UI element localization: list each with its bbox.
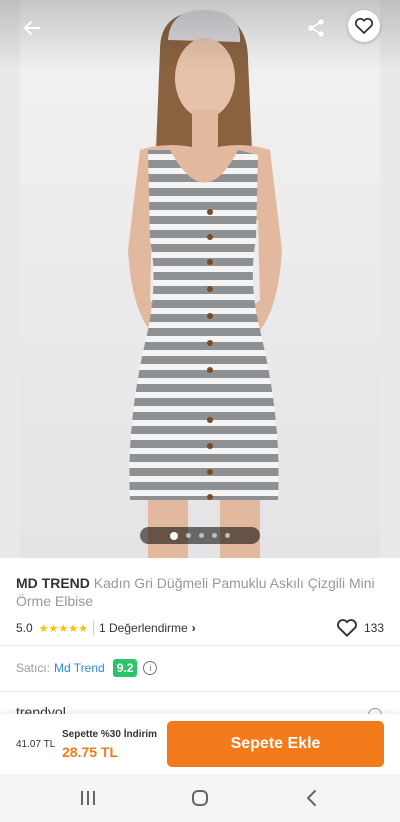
pagination-dot[interactable] [212,533,217,538]
next-section-peek: trendyol [16,704,66,714]
discounted-price: 28.75 TL [62,744,119,760]
product-title: MD TREND Kadın Gri Düğmeli Pamuklu Askıl… [16,574,386,610]
pagination-dot[interactable] [186,533,191,538]
recent-apps-icon [81,791,95,805]
seller-label: Satıcı: [16,661,51,675]
add-to-cart-button[interactable]: Sepete Ekle [167,721,384,767]
back-chevron-icon [307,790,316,806]
favorite-button[interactable] [348,10,380,42]
share-button[interactable] [300,12,332,44]
rating-value: 5.0 [16,621,33,635]
seller-score-badge: 9.2 [112,659,138,677]
like-counter[interactable]: 133 [336,618,384,638]
seller-link[interactable]: Md Trend [54,661,105,675]
star-rating: ★★★★★ [38,622,88,635]
nav-back-button[interactable] [300,786,324,810]
reviews-link[interactable]: 1 Değerlendirme › [99,621,196,635]
heart-icon [337,619,357,637]
model-in-dress-illustration [128,9,282,558]
chevron-right-icon: › [191,621,196,635]
back-button[interactable] [16,12,48,44]
original-price: 41.07 TL [16,739,56,750]
pagination-dot[interactable] [225,533,230,538]
info-icon[interactable]: i [143,661,158,675]
discount-label: Sepette %30 İndirim [62,729,158,740]
gallery-pagination [140,527,260,544]
system-navigation-bar [0,774,400,822]
pagination-dot[interactable] [170,531,178,540]
product-photo[interactable] [20,0,380,558]
rating-row: 5.0 ★★★★★ 1 Değerlendirme › 133 [16,619,384,637]
like-count: 133 [363,621,384,635]
brand-name[interactable]: MD TREND [16,575,90,591]
divider [93,621,94,635]
checkout-bar: 41.07 TL Sepette %30 İndirim 28.75 TL Se… [0,714,400,774]
reviews-count-label: 1 Değerlendirme [99,621,188,635]
top-gradient [0,0,400,70]
product-image-gallery[interactable] [0,0,400,558]
seller-row: Satıcı: Md Trend 9.2 i [16,657,158,679]
heart-icon [354,17,374,34]
section-divider [0,691,400,692]
home-icon [192,790,208,806]
home-button[interactable] [188,786,212,810]
pagination-dot[interactable] [199,533,204,538]
section-divider [0,645,400,646]
recent-apps-button[interactable] [76,786,100,810]
arrow-left-icon [24,21,40,35]
share-icon [308,19,324,37]
